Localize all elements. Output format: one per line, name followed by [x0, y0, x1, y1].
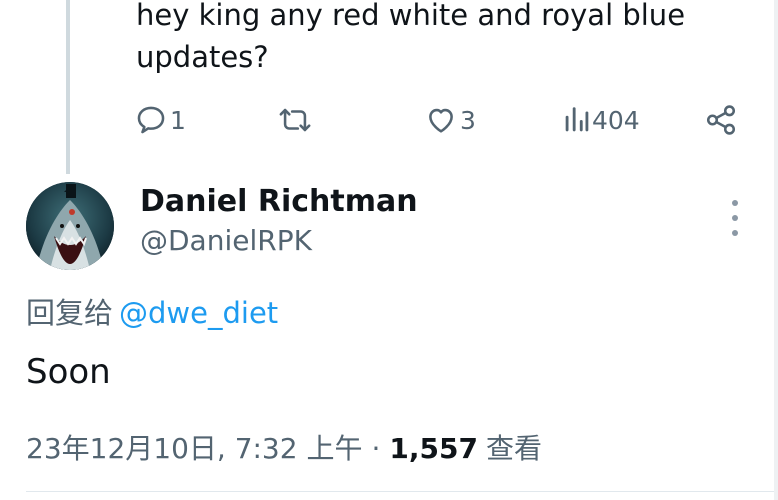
scroll-edge [774, 0, 778, 500]
avatar[interactable] [26, 182, 114, 270]
thread-connector-line [66, 0, 70, 174]
reply-button[interactable]: 1 [134, 98, 186, 142]
reply-to-label: 回复给 [26, 296, 114, 330]
reply-mention-link[interactable]: @dwe_diet [119, 296, 278, 330]
reply-tweet-text: Soon [26, 352, 111, 392]
share-button[interactable] [704, 98, 738, 142]
reply-to-line: 回复给 @dwe_diet [26, 290, 278, 332]
like-count: 3 [460, 105, 476, 135]
view-count: 404 [592, 105, 640, 135]
parent-tweet-text: hey king any red white and royal blue up… [136, 0, 686, 74]
bar-chart-icon [564, 103, 590, 137]
heart-icon [424, 103, 458, 137]
author-name[interactable]: Daniel Richtman [140, 184, 418, 219]
timestamp[interactable]: 23年12月10日, 7:32 上午 [26, 427, 362, 467]
retweet-button[interactable] [276, 98, 316, 142]
views-label: 查看 [485, 432, 542, 465]
more-dot [732, 230, 738, 236]
divider [26, 491, 778, 492]
like-button[interactable]: 3 [424, 98, 476, 142]
more-dot [732, 215, 738, 221]
views-number: 1,557 [389, 432, 478, 465]
tweet-metadata: 23年12月10日, 7:32 上午 · 1,557 查看 [26, 427, 542, 467]
reply-bubble-icon [134, 103, 168, 137]
retweet-icon [276, 103, 314, 137]
more-vertical-icon [732, 200, 738, 206]
more-options-button[interactable] [722, 200, 748, 236]
share-icon [704, 103, 738, 137]
views-button[interactable]: 404 [564, 98, 640, 142]
meta-separator: · [371, 432, 381, 465]
reply-count: 1 [170, 105, 186, 135]
author-handle[interactable]: @DanielRPK [140, 224, 312, 257]
parent-tweet-actions: 1 3 404 [0, 98, 778, 142]
